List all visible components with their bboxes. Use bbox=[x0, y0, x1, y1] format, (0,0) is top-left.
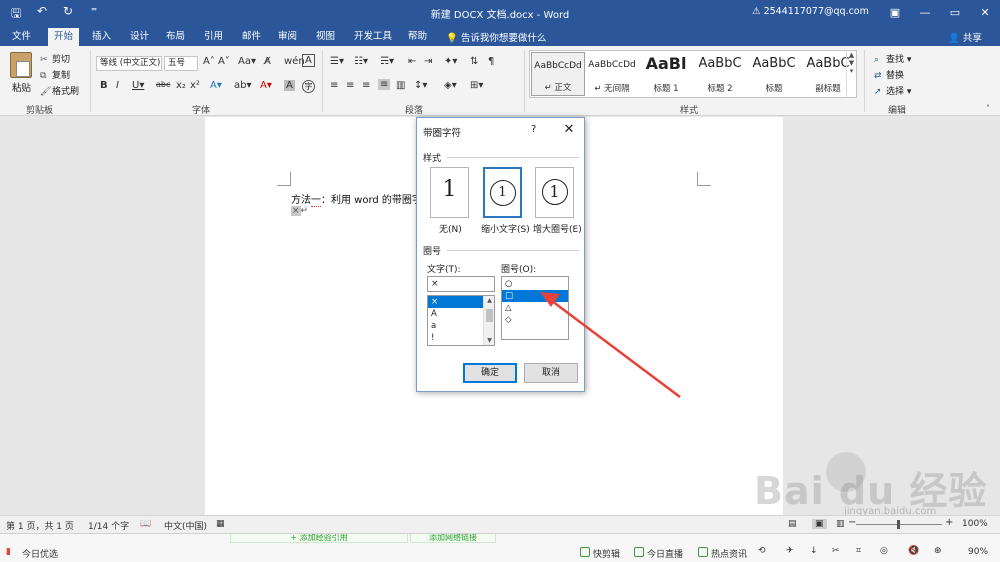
status-bar: 第 1 页，共 1 页 1/14 个字 📖 中文(中国) ▦ ▤ ▣ ▥ − +… bbox=[0, 515, 1000, 533]
add-link-tab[interactable]: 添加网络链接 bbox=[410, 534, 496, 543]
live-label: 今日直播 bbox=[647, 550, 684, 560]
zoom-level[interactable]: 100% bbox=[962, 519, 988, 529]
language-indicator[interactable]: 中文(中国) bbox=[164, 519, 207, 532]
zoom-in-button[interactable]: + bbox=[945, 517, 953, 528]
macro-icon[interactable]: ▦ bbox=[216, 519, 225, 529]
news-label[interactable]: 今日优选 bbox=[22, 547, 58, 560]
zoom-icon[interactable]: ⊕ bbox=[934, 546, 942, 556]
quick-clip-button[interactable]: 快剪辑 bbox=[580, 547, 620, 560]
mute-icon[interactable]: 🔇 bbox=[908, 546, 919, 556]
word-count[interactable]: 1/14 个字 bbox=[88, 519, 129, 532]
zoom-slider-thumb[interactable] bbox=[897, 520, 900, 529]
game-icon[interactable]: ⌗ bbox=[856, 546, 861, 556]
page-count[interactable]: 第 1 页，共 1 页 bbox=[6, 519, 74, 532]
history-icon[interactable]: ⟲ bbox=[758, 546, 766, 556]
news-icon: ▮ bbox=[6, 547, 11, 557]
print-layout-icon[interactable]: ▣ bbox=[812, 519, 827, 529]
download-icon[interactable]: ↓ bbox=[810, 546, 818, 556]
zoom-out-button[interactable]: − bbox=[848, 517, 856, 528]
read-mode-icon[interactable]: ▤ bbox=[788, 519, 797, 529]
scissors-tool-icon[interactable]: ✂ bbox=[832, 546, 840, 556]
arrow-shaft bbox=[547, 297, 681, 398]
video-icon bbox=[580, 547, 590, 557]
browser-icon[interactable]: ◎ bbox=[880, 546, 888, 556]
hot-news-label: 热点资讯 bbox=[711, 550, 748, 560]
volume-level[interactable]: 90% bbox=[968, 547, 988, 557]
proofing-icon[interactable]: 📖 bbox=[140, 519, 151, 529]
pin-icon[interactable]: ✈ bbox=[786, 546, 794, 556]
hot-news-icon bbox=[698, 547, 708, 557]
live-button[interactable]: 今日直播 bbox=[634, 547, 683, 560]
quick-clip-label: 快剪辑 bbox=[593, 550, 621, 560]
add-reference-tab[interactable]: + 添加经验引用 bbox=[230, 534, 408, 543]
hot-news-button[interactable]: 热点资讯 bbox=[698, 547, 747, 560]
live-icon bbox=[634, 547, 644, 557]
browser-news-bar: + 添加经验引用 添加网络链接 ▮ 今日优选 快剪辑 今日直播 热点资讯 ⟲ ✈… bbox=[0, 533, 1000, 562]
web-layout-icon[interactable]: ▥ bbox=[836, 519, 845, 529]
